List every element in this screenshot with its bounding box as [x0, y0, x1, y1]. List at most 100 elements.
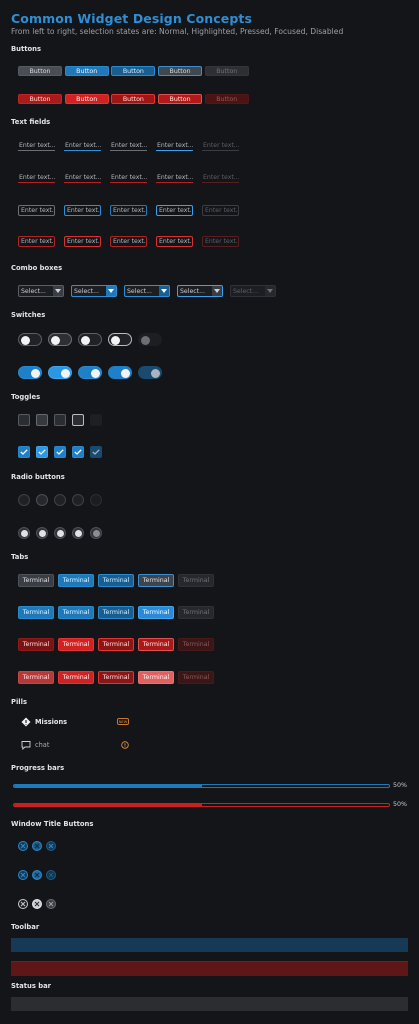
checkbox-normal[interactable]	[18, 414, 30, 426]
checkbox-checked-highlighted[interactable]	[36, 446, 48, 458]
red-tab-selected-focused[interactable]: Terminal	[138, 671, 174, 684]
radio-focused[interactable]	[72, 494, 84, 506]
close-circle-icon[interactable]	[18, 899, 28, 909]
section-toolbar: Toolbar	[11, 923, 40, 931]
red-tab-focused[interactable]: Terminal	[138, 638, 174, 651]
checkbox-checked-focused[interactable]	[72, 446, 84, 458]
close-circle-icon[interactable]	[46, 870, 56, 880]
pill-missions[interactable]: Missions	[21, 717, 67, 727]
tab-focused[interactable]: Terminal	[138, 574, 174, 587]
chat-bubble-icon	[21, 741, 31, 750]
close-circle-icon[interactable]	[32, 899, 42, 909]
check-icon	[56, 449, 64, 455]
combo-disabled: Select...	[230, 285, 276, 297]
error-text-field-pressed[interactable]: Enter text...	[110, 172, 147, 183]
close-circle-icon[interactable]	[18, 870, 28, 880]
chevron-down-icon	[53, 286, 63, 296]
red-tab-selected-highlighted[interactable]: Terminal	[58, 671, 94, 684]
tab-disabled: Terminal	[178, 574, 214, 587]
close-circle-icon[interactable]	[32, 870, 42, 880]
checkbox-checked-disabled	[90, 446, 102, 458]
pill-chat[interactable]: chat	[21, 740, 49, 750]
switch-on-focused[interactable]	[108, 366, 132, 379]
error-text-field-highlighted[interactable]: Enter text...	[64, 172, 101, 183]
page-subtitle: From left to right, selection states are…	[11, 27, 344, 36]
tab-normal[interactable]: Terminal	[18, 574, 54, 587]
switch-off-normal[interactable]	[18, 333, 42, 346]
text-field-pressed[interactable]: Enter text...	[110, 140, 147, 151]
close-circle-icon[interactable]	[32, 841, 42, 851]
tab-selected-normal[interactable]: Terminal	[18, 606, 54, 619]
radio-selected-highlighted[interactable]	[36, 527, 48, 539]
tab-highlighted[interactable]: Terminal	[58, 574, 94, 587]
combo-normal[interactable]: Select...	[18, 285, 64, 297]
danger-button-pressed[interactable]: Button	[111, 94, 156, 104]
red-tab-selected-pressed[interactable]: Terminal	[98, 671, 134, 684]
red-tab-selected-normal[interactable]: Terminal	[18, 671, 54, 684]
check-icon	[92, 449, 100, 455]
red-tab-disabled: Terminal	[178, 638, 214, 651]
checkbox-checked-normal[interactable]	[18, 446, 30, 458]
tabs-row-4: Terminal Terminal Terminal Terminal Term…	[18, 671, 218, 684]
tab-selected-highlighted[interactable]: Terminal	[58, 606, 94, 619]
radio-pressed[interactable]	[54, 494, 66, 506]
window-buttons-row-1	[18, 841, 60, 851]
boxed-text-field-highlighted[interactable]: Enter text...	[64, 205, 101, 216]
checkbox-focused[interactable]	[72, 414, 84, 426]
close-circle-icon[interactable]	[46, 899, 56, 909]
error-text-field-focused[interactable]: Enter text...	[156, 172, 193, 183]
tab-selected-focused[interactable]: Terminal	[138, 606, 174, 619]
radio-selected-normal[interactable]	[18, 527, 30, 539]
radio-normal[interactable]	[18, 494, 30, 506]
danger-button-normal[interactable]: Button	[18, 94, 62, 104]
error-text-field-normal[interactable]: Enter text...	[18, 172, 55, 183]
boxed-error-text-field-highlighted[interactable]: Enter text...	[64, 236, 101, 247]
radio-selected-pressed[interactable]	[54, 527, 66, 539]
red-tab-highlighted[interactable]: Terminal	[58, 638, 94, 651]
button-pressed[interactable]: Button	[111, 66, 156, 76]
tabs-row-2: Terminal Terminal Terminal Terminal Term…	[18, 606, 218, 619]
checkbox-pressed[interactable]	[54, 414, 66, 426]
danger-button-disabled: Button	[204, 94, 249, 104]
window-buttons-row-3	[18, 899, 60, 909]
switch-off-pressed[interactable]	[78, 333, 102, 346]
boxed-text-field-normal[interactable]: Enter text...	[18, 205, 55, 216]
boxed-error-text-field-normal[interactable]: Enter text...	[18, 236, 55, 247]
radio-dot	[38, 529, 46, 537]
button-focused[interactable]: Button	[158, 66, 203, 76]
switch-off-highlighted[interactable]	[48, 333, 72, 346]
combo-focused[interactable]: Select...	[177, 285, 223, 297]
boxed-error-text-field-focused[interactable]: Enter text...	[156, 236, 193, 247]
tab-selected-pressed[interactable]: Terminal	[98, 606, 134, 619]
text-fields-row-boxed-error: Enter text... Enter text... Enter text..…	[18, 236, 248, 247]
button-normal[interactable]: Button	[18, 66, 62, 76]
text-field-focused[interactable]: Enter text...	[156, 140, 193, 151]
button-highlighted[interactable]: Button	[64, 66, 109, 76]
switch-on-highlighted[interactable]	[48, 366, 72, 379]
radio-selected-focused[interactable]	[72, 527, 84, 539]
radio-highlighted[interactable]	[36, 494, 48, 506]
close-circle-icon[interactable]	[46, 841, 56, 851]
red-tab-pressed[interactable]: Terminal	[98, 638, 134, 651]
combo-highlighted[interactable]: Select...	[71, 285, 117, 297]
tab-pressed[interactable]: Terminal	[98, 574, 134, 587]
text-field-normal[interactable]: Enter text...	[18, 140, 55, 151]
switch-on-normal[interactable]	[18, 366, 42, 379]
danger-button-focused[interactable]: Button	[158, 94, 203, 104]
boxed-text-field-focused[interactable]: Enter text...	[156, 205, 193, 216]
close-circle-icon[interactable]	[18, 841, 28, 851]
boxed-error-text-field-pressed[interactable]: Enter text...	[110, 236, 147, 247]
checkbox-highlighted[interactable]	[36, 414, 48, 426]
switch-on-pressed[interactable]	[78, 366, 102, 379]
red-tab-normal[interactable]: Terminal	[18, 638, 54, 651]
text-field-highlighted[interactable]: Enter text...	[64, 140, 101, 151]
boxed-error-text-field-disabled: Enter text...	[202, 236, 239, 247]
switch-off-focused[interactable]	[108, 333, 132, 346]
checkbox-checked-pressed[interactable]	[54, 446, 66, 458]
boxed-text-field-pressed[interactable]: Enter text...	[110, 205, 147, 216]
switch-knob	[61, 369, 70, 378]
text-fields-row-underline: Enter text... Enter text... Enter text..…	[18, 140, 248, 151]
combo-pressed[interactable]: Select...	[124, 285, 170, 297]
danger-button-highlighted[interactable]: Button	[64, 94, 109, 104]
tabs-row-3: Terminal Terminal Terminal Terminal Term…	[18, 638, 218, 651]
